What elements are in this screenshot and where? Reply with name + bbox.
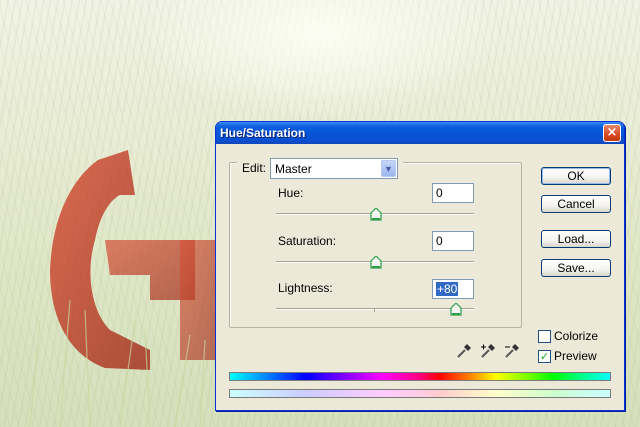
colorize-checkbox[interactable] — [538, 329, 551, 343]
colorize-row[interactable]: Colorize — [538, 329, 598, 343]
lightness-label: Lightness: — [278, 281, 333, 295]
cancel-button[interactable]: Cancel — [541, 195, 611, 213]
input-spectrum-bar — [229, 372, 611, 381]
eyedropper-icon[interactable] — [455, 342, 473, 360]
dialog-title: Hue/Saturation — [220, 126, 306, 140]
hue-value: 0 — [436, 186, 443, 200]
preview-row[interactable]: ✓ Preview — [538, 349, 597, 363]
edit-group — [229, 162, 522, 328]
lightness-input[interactable]: +80 — [432, 279, 474, 299]
edit-row: Edit: Master ▼ — [237, 157, 404, 179]
lightness-slider-thumb[interactable] — [450, 303, 462, 316]
hue-slider-thumb[interactable] — [370, 208, 382, 221]
eyedropper-plus-icon[interactable] — [479, 342, 497, 360]
edit-label: Edit: — [242, 161, 267, 175]
title-bar[interactable]: Hue/Saturation × — [216, 122, 624, 144]
preview-checkbox[interactable]: ✓ — [538, 349, 551, 363]
hue-label: Hue: — [278, 186, 304, 200]
chevron-down-icon[interactable]: ▼ — [381, 159, 397, 177]
saturation-value: 0 — [436, 234, 443, 248]
colorize-label: Colorize — [554, 329, 599, 343]
preview-label: Preview — [554, 349, 597, 363]
hue-saturation-dialog: Hue/Saturation × Edit: Master ▼ Hue: 0 S… — [215, 121, 625, 411]
lightness-value: +80 — [436, 282, 459, 296]
ok-button[interactable]: OK — [541, 167, 611, 185]
save-button[interactable]: Save... — [541, 259, 611, 277]
saturation-slider-thumb[interactable] — [370, 256, 382, 269]
hue-input[interactable]: 0 — [432, 183, 474, 203]
load-button[interactable]: Load... — [541, 230, 611, 248]
close-icon: × — [606, 125, 618, 140]
edit-dropdown[interactable]: Master ▼ — [270, 157, 399, 179]
saturation-input[interactable]: 0 — [432, 231, 474, 251]
saturation-label: Saturation: — [278, 234, 337, 248]
lightness-center-tick — [374, 308, 375, 312]
output-spectrum-bar — [229, 389, 611, 398]
lightness-slider-track[interactable] — [276, 308, 474, 312]
close-button[interactable]: × — [603, 124, 621, 142]
eyedropper-minus-icon[interactable] — [503, 342, 521, 360]
edit-dropdown-value: Master — [275, 161, 312, 176]
